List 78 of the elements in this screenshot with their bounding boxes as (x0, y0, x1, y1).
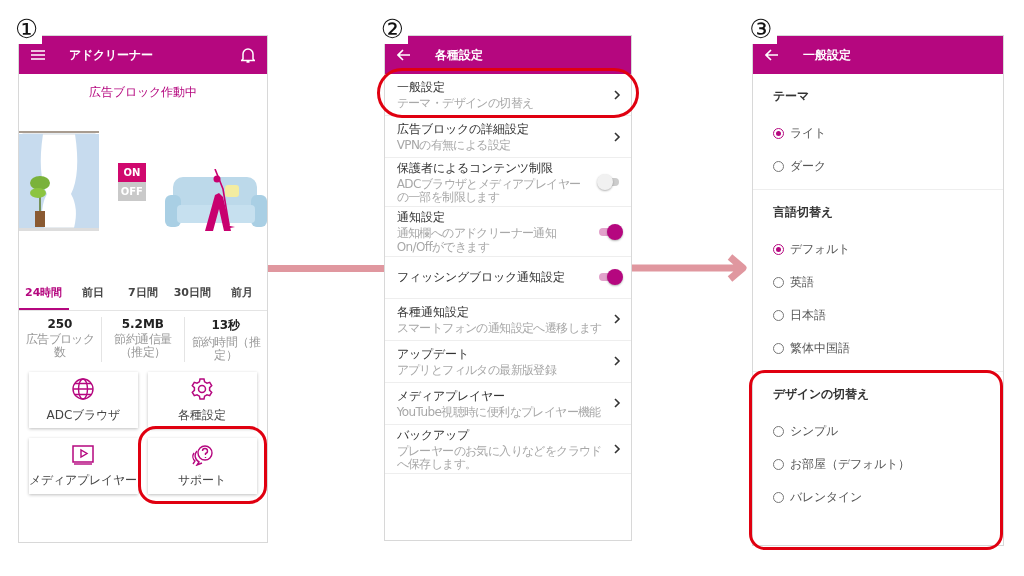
settings-row[interactable]: 保護者によるコンテンツ制限 ADCブラウザとメディアプレイヤーの一部を制限します (384, 158, 632, 208)
settings-row[interactable]: 通知設定 通知欄へのアドクリーナー通知On/Offができます (384, 207, 632, 257)
option-label[interactable]: シンプル (790, 423, 839, 440)
toggle-switch[interactable] (597, 223, 622, 240)
settings-row[interactable]: メディアプレイヤー YouTube視聴時に便利なプレイヤー機能 (384, 382, 632, 425)
stat-value: 250 (47, 317, 73, 331)
menu-tile[interactable]: 各種設定 (147, 372, 257, 429)
row-title: フィッシングブロック通知設定 (396, 268, 566, 286)
option-label[interactable]: デフォルト (790, 241, 851, 258)
option-label[interactable]: お部屋（デフォルト） (790, 456, 911, 473)
tile-label: メディアプレイヤー (29, 471, 138, 489)
section-title: 言語切替え (773, 204, 835, 221)
app-title: アドクリーナー (69, 46, 154, 64)
row-title: メディアプレイヤー (396, 387, 506, 405)
stat-value: 13秒 (211, 317, 241, 334)
stat-value: 5.2MB (121, 317, 164, 331)
menu-tile[interactable]: サポート (147, 438, 257, 495)
chevron-icon (614, 131, 622, 142)
row-title: バックアップ (396, 426, 471, 444)
row-title: 通知設定 (396, 209, 446, 227)
row-subtitle: 通知欄へのアドクリーナー通知On/Offができます (396, 227, 558, 254)
option-label[interactable]: ライト (790, 125, 827, 142)
row-subtitle: スマートフォンの通知設定へ遷移します (396, 321, 603, 335)
tile-label: サポート (178, 471, 227, 489)
stat-label: 節約通信量（推定） (113, 333, 173, 360)
row-title: 広告ブロックの詳細設定 (396, 120, 530, 138)
row-subtitle: VPNの有無による設定 (396, 138, 512, 153)
row-title: 一般設定 (396, 78, 446, 96)
row-subtitle: テーマ・デザインの切替え (396, 96, 535, 111)
period-tab[interactable]: 前月 (217, 277, 267, 310)
gear-icon (190, 376, 215, 401)
help-bubbles-icon (189, 443, 216, 466)
menu-tile[interactable]: メディアプレイヤー (29, 438, 138, 495)
option-label[interactable]: バレンタイン (790, 489, 863, 506)
period-tab[interactable]: 前日 (68, 277, 119, 310)
back-arrow-icon[interactable] (765, 49, 780, 61)
menu-tile[interactable]: ADCブラウザ (29, 372, 138, 429)
period-tab[interactable]: 7日間 (118, 277, 168, 310)
row-subtitle: アプリとフィルタの最新版登録 (396, 363, 558, 377)
app-title: 各種設定 (434, 46, 484, 64)
chevron-icon (614, 443, 622, 454)
switch-label: ON (117, 163, 146, 182)
app-title: 一般設定 (803, 46, 853, 64)
settings-row[interactable]: 広告ブロックの詳細設定 VPNの有無による設定 (384, 116, 632, 158)
settings-row[interactable]: バックアップ プレーヤーのお気に入りなどをクラウドへ保存します。 (384, 424, 632, 475)
chevron-icon (614, 356, 622, 367)
option-label[interactable]: ダーク (790, 158, 827, 175)
settings-row[interactable]: 各種通知設定 スマートフォンの通知設定へ遷移します (384, 298, 632, 341)
status-text: 広告ブロック作動中 (87, 84, 198, 101)
chevron-icon (614, 398, 622, 409)
toggle-switch[interactable] (597, 269, 622, 286)
row-subtitle: プレーヤーのお気に入りなどをクラウドへ保存します。 (396, 444, 603, 472)
tile-label: 各種設定 (178, 406, 227, 424)
row-title: 保護者によるコンテンツ制限 (396, 160, 554, 177)
tile-label: ADCブラウザ (46, 406, 121, 424)
row-title: 各種通知設定 (396, 303, 470, 321)
globe-icon (71, 376, 96, 401)
settings-row[interactable]: アップデート アプリとフィルタの最新版登録 (384, 340, 632, 383)
chevron-icon (614, 314, 622, 325)
row-title: アップデート (396, 345, 470, 363)
section-title: テーマ (773, 88, 811, 105)
section-title: デザインの切替え (773, 386, 871, 403)
period-tab[interactable]: 30日間 (167, 277, 218, 310)
stat-label: 広告ブロック数 (24, 333, 96, 360)
option-label[interactable]: 繁体中国語 (790, 340, 851, 357)
row-subtitle: YouTube視聴時に便利なプレイヤー機能 (396, 405, 602, 419)
row-subtitle: ADCブラウザとメディアプレイヤーの一部を制限します (396, 178, 582, 205)
settings-row[interactable]: フィッシングブロック通知設定 (384, 256, 632, 299)
menu-icon[interactable] (31, 49, 45, 61)
option-label[interactable]: 英語 (790, 274, 815, 291)
bell-icon[interactable] (240, 47, 255, 63)
stat-label: 節約時間（推定） (190, 336, 262, 363)
video-player-icon (71, 443, 96, 466)
back-arrow-icon[interactable] (396, 49, 411, 61)
period-tab[interactable]: 24時間 (19, 277, 69, 310)
chevron-icon (614, 89, 622, 100)
settings-row[interactable]: 一般設定 テーマ・デザインの切替え (384, 74, 632, 116)
option-label[interactable]: 日本語 (790, 307, 827, 324)
